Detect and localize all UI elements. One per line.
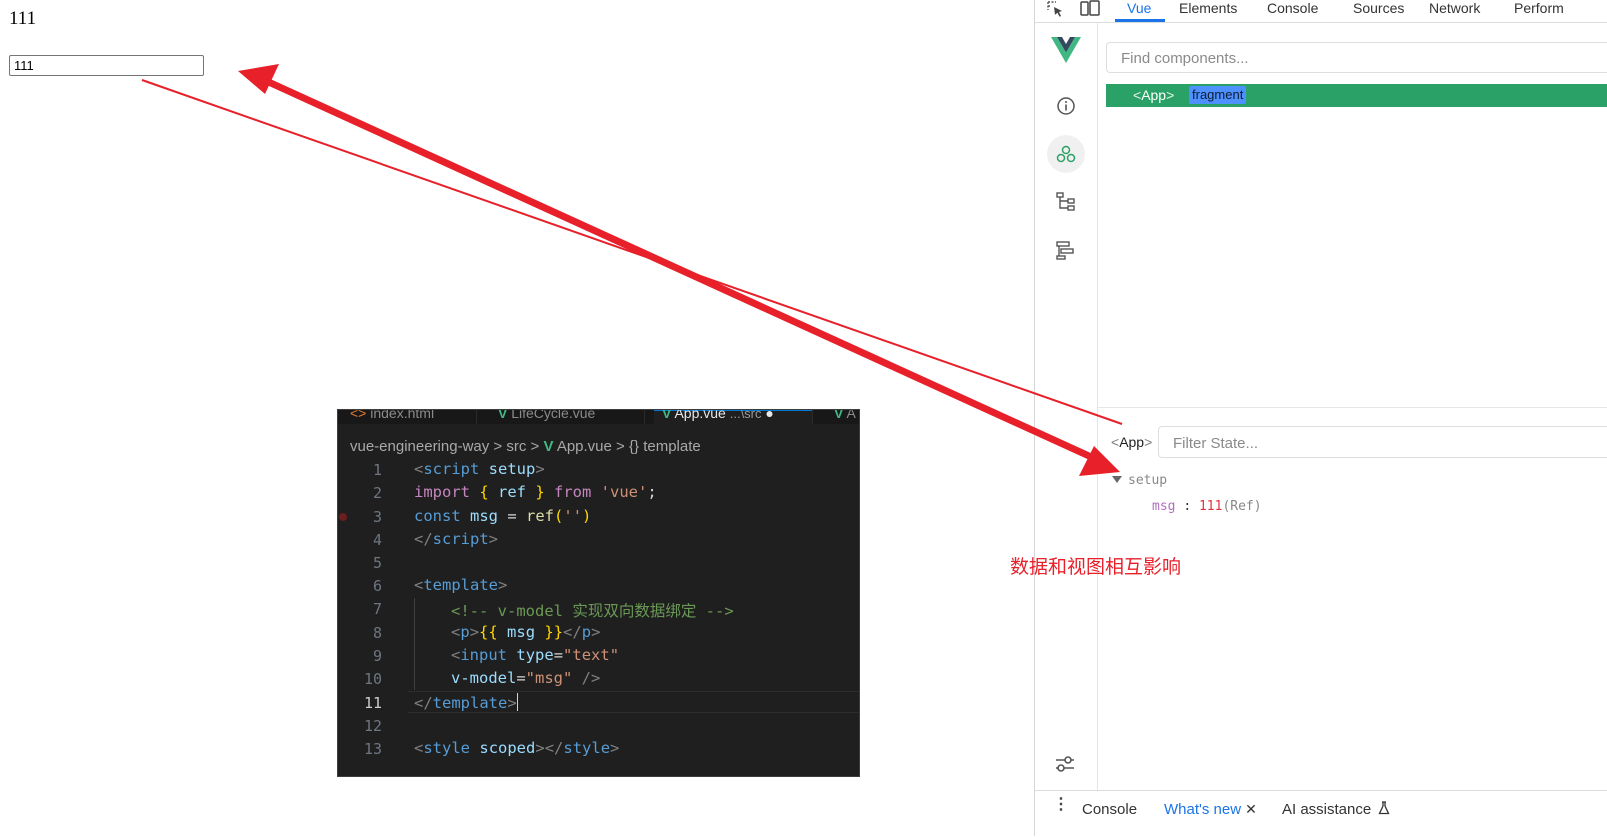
annotation-arrows [141, 64, 1123, 476]
arrowhead-left [238, 64, 279, 94]
thin-arrow-line [141, 79, 1123, 425]
bold-arrow-shaft [260, 75, 1102, 465]
